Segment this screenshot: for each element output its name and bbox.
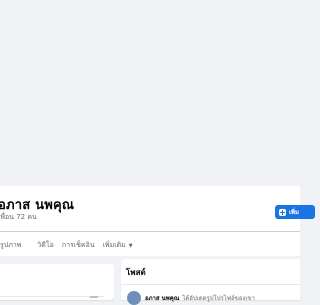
add-friend-button[interactable]: เพิ่ม bbox=[275, 205, 315, 219]
plus-icon bbox=[279, 208, 286, 216]
intro-card-line bbox=[0, 296, 104, 297]
posts-title: โพสต์ bbox=[126, 268, 146, 277]
cover-photo[interactable] bbox=[0, 0, 300, 186]
header-divider bbox=[0, 231, 300, 232]
posts-divider bbox=[121, 284, 300, 285]
caret-down-icon: ▼ bbox=[128, 242, 133, 249]
avatar[interactable] bbox=[127, 291, 141, 305]
intro-card-indicator bbox=[90, 296, 98, 298]
profile-tabs: รูปภาพ วิดีโอ การเช็คอิน เพิ่มเติม ▼ bbox=[0, 238, 141, 252]
tab-videos[interactable]: วิดีโอ bbox=[37, 240, 61, 251]
tab-more[interactable]: เพิ่มเติม ▼ bbox=[103, 240, 141, 251]
post-author[interactable]: อภาส นพคุณ bbox=[145, 295, 179, 302]
tab-checkins[interactable]: การเช็คอิน bbox=[62, 240, 103, 251]
intro-card bbox=[0, 264, 114, 300]
post-header: อภาส นพคุณ ได้อัปเดตรูปโปรไฟล์ของเขา bbox=[145, 293, 255, 303]
add-friend-label: เพิ่ม bbox=[289, 209, 299, 216]
post-action: ได้อัปเดตรูปโปรไฟล์ของเขา bbox=[182, 295, 255, 302]
friend-count[interactable]: เพื่อน 72 คน bbox=[0, 212, 37, 223]
tab-more-label: เพิ่มเติม bbox=[102, 240, 126, 249]
tab-photos[interactable]: รูปภาพ bbox=[0, 240, 29, 251]
